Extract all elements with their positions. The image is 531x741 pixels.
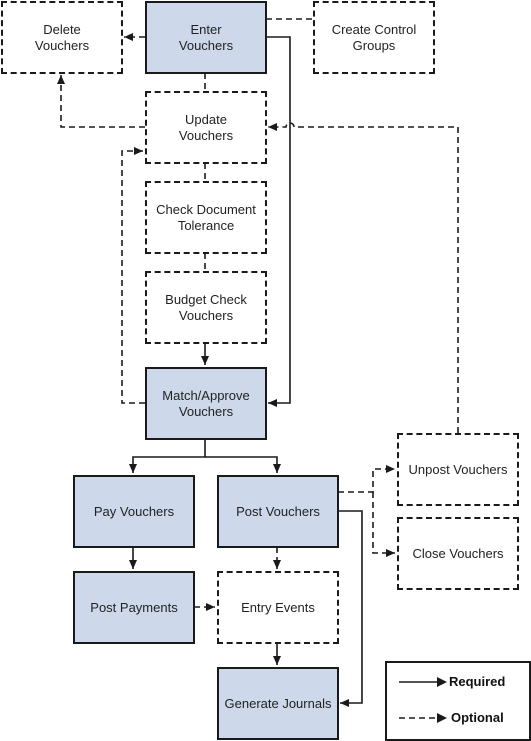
node-match-approve-vouchers[interactable]: Match/Approve Vouchers — [145, 367, 267, 440]
node-delete-vouchers[interactable]: Delete Vouchers — [1, 1, 123, 74]
node-enter-vouchers[interactable]: Enter Vouchers — [145, 1, 267, 74]
legend-required-label: Required — [449, 674, 506, 689]
edge-post-journals — [338, 510, 363, 707]
edge-post-close — [372, 492, 395, 557]
legend: Required Optional — [385, 661, 531, 741]
node-generate-journals[interactable]: Generate Journals — [217, 667, 339, 740]
edge-unpost-update — [268, 122, 459, 433]
node-post-payments[interactable]: Post Payments — [73, 571, 195, 644]
edge-match-split — [129, 439, 206, 473]
edge-match-post — [205, 456, 281, 473]
edge-post-unpost — [338, 465, 395, 493]
node-create-control-groups[interactable]: Create Control Groups — [313, 1, 435, 74]
node-entry-events[interactable]: Entry Events — [217, 571, 339, 644]
node-update-vouchers[interactable]: Update Vouchers — [145, 91, 267, 164]
node-check-document-tolerance[interactable]: Check Document Tolerance — [145, 181, 267, 254]
node-close-vouchers[interactable]: Close Vouchers — [397, 517, 519, 590]
edge-enter-match — [266, 36, 291, 407]
node-budget-check-vouchers[interactable]: Budget Check Vouchers — [145, 271, 267, 344]
edge-update-delete — [57, 75, 145, 128]
node-pay-vouchers[interactable]: Pay Vouchers — [73, 475, 195, 548]
edge-match-update — [121, 147, 145, 404]
node-post-vouchers[interactable]: Post Vouchers — [217, 475, 339, 548]
legend-optional-label: Optional — [451, 710, 504, 725]
node-unpost-vouchers[interactable]: Unpost Vouchers — [397, 433, 519, 506]
legend-optional-arrow-icon — [399, 713, 447, 723]
